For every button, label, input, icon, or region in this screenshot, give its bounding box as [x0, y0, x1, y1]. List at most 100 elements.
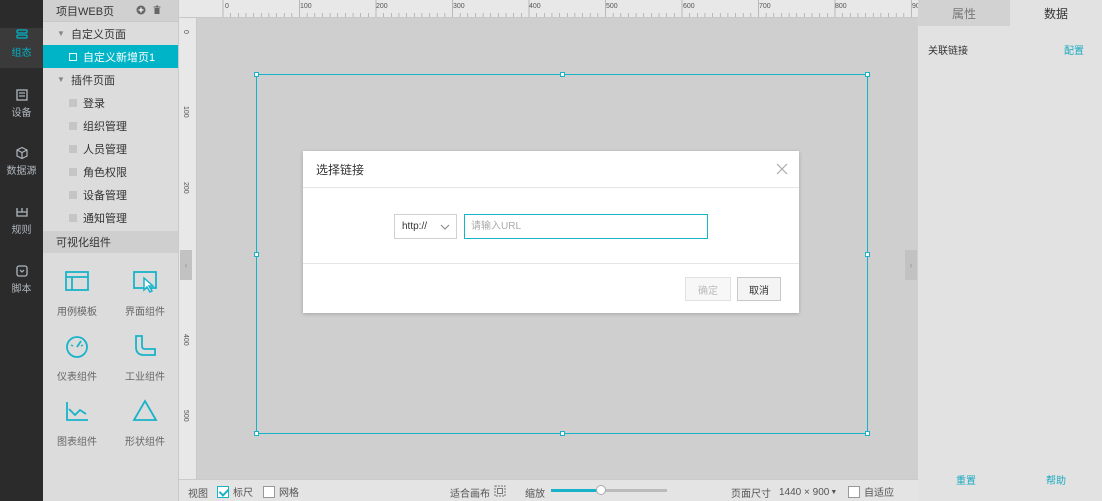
- widget-template[interactable]: 用例模板: [43, 267, 111, 318]
- dialog-body: http://: [303, 188, 799, 264]
- select-link-dialog: 选择链接 http:// 确定 取消: [303, 151, 799, 313]
- resize-handle[interactable]: [254, 252, 259, 257]
- rail-item-label: 脚本: [11, 284, 32, 295]
- widgets-section-label: 可视化组件: [56, 237, 111, 249]
- fit-screen-icon: [494, 485, 506, 500]
- ruler-left-label: 0: [182, 30, 189, 34]
- ruler-top-label: 400: [529, 3, 541, 10]
- ruler-top-label: 800: [835, 3, 847, 10]
- widget-label: 界面组件: [125, 307, 165, 318]
- panel-header: 项目WEB页: [43, 0, 178, 22]
- resize-handle[interactable]: [865, 72, 870, 77]
- tree-group-label: 插件页面: [71, 74, 115, 87]
- template-icon: [63, 267, 91, 295]
- page-size-group[interactable]: 页面尺寸 1440 × 900 ▼: [731, 485, 837, 500]
- pipe-icon: [131, 332, 159, 360]
- widget-chart[interactable]: 图表组件: [43, 397, 111, 448]
- resize-handle[interactable]: [865, 431, 870, 436]
- widgets-section-header: 可视化组件: [43, 231, 178, 253]
- layers-icon: [15, 28, 29, 42]
- tree-item-notification-management[interactable]: 通知管理: [43, 206, 178, 229]
- caret-down-icon: ▼: [830, 489, 838, 496]
- tree-group-custom-pages[interactable]: ▼ 自定义页面: [43, 22, 178, 45]
- rail-item-rules[interactable]: 规则: [0, 205, 43, 245]
- cube-icon: [15, 146, 29, 160]
- collapse-right-panel-button[interactable]: ›: [905, 250, 917, 280]
- rail-item-device[interactable]: 设备: [0, 88, 43, 128]
- rail-item-configuration[interactable]: 组态: [0, 28, 43, 68]
- grid-toggle[interactable]: 网格: [263, 484, 299, 499]
- page-icon: [69, 144, 77, 153]
- widget-label: 形状组件: [125, 437, 165, 448]
- zoom-label-group: 缩放: [525, 485, 545, 500]
- protocol-value: http://: [402, 221, 428, 232]
- tree-group-plugin-pages[interactable]: ▼ 插件页面: [43, 68, 178, 91]
- widget-shape[interactable]: 形状组件: [111, 397, 179, 448]
- page-icon: [69, 98, 77, 107]
- tree-item-label: 通知管理: [83, 212, 127, 225]
- widget-interface[interactable]: 界面组件: [111, 267, 179, 318]
- link-row: 关联链接 配置: [928, 42, 1084, 57]
- page-icon: [69, 190, 77, 199]
- fit-canvas-button[interactable]: 适合画布: [450, 485, 506, 500]
- tree-item-role-permissions[interactable]: 角色权限: [43, 160, 178, 183]
- page-icon: [69, 167, 77, 176]
- zoom-label: 缩放: [525, 489, 545, 500]
- tree-item-label: 角色权限: [83, 166, 127, 179]
- tree-item-device-management[interactable]: 设备管理: [43, 183, 178, 206]
- resize-handle[interactable]: [560, 431, 565, 436]
- rail-item-label: 规则: [11, 225, 32, 236]
- dialog-footer: 确定 取消: [303, 264, 799, 312]
- tree-item-login[interactable]: 登录: [43, 91, 178, 114]
- widget-gauge[interactable]: 仪表组件: [43, 332, 111, 383]
- page-size-value[interactable]: 1440 × 900: [779, 487, 829, 498]
- rail-item-datasource[interactable]: 数据源: [0, 146, 43, 186]
- url-input[interactable]: [464, 214, 708, 239]
- zoom-slider[interactable]: [551, 485, 667, 495]
- link-label: 关联链接: [928, 46, 968, 57]
- resize-handle[interactable]: [865, 252, 870, 257]
- rail-item-script[interactable]: 脚本: [0, 264, 43, 304]
- resize-handle[interactable]: [254, 72, 259, 77]
- tab-properties[interactable]: 属性: [918, 0, 1010, 26]
- chart-icon: [63, 397, 91, 425]
- rail-item-label: 设备: [11, 108, 32, 119]
- trash-icon[interactable]: [152, 5, 162, 18]
- auto-fit-checkbox[interactable]: [848, 485, 860, 498]
- collapse-left-panel-button[interactable]: ‹: [180, 250, 192, 280]
- tree-item-user-management[interactable]: 人员管理: [43, 137, 178, 160]
- tab-data[interactable]: 数据: [1010, 0, 1102, 26]
- config-link[interactable]: 配置: [1064, 42, 1084, 57]
- ruler-toggle[interactable]: 标尺: [217, 484, 253, 499]
- ruler-top-label: 600: [683, 3, 695, 10]
- left-rail: 组态 设备 数据源 规则 脚本: [0, 0, 43, 501]
- canvas-status-bar: 视图 标尺 网格 适合画布 缩放 页面尺寸 1440 × 900 ▼ 自适应: [179, 479, 918, 501]
- tree-group-label: 自定义页面: [71, 28, 126, 41]
- auto-fit-toggle[interactable]: 自适应: [848, 484, 894, 499]
- view-label-group: 视图: [188, 485, 208, 500]
- ruler-checkbox[interactable]: [217, 485, 229, 498]
- tree-item-org-management[interactable]: 组织管理: [43, 114, 178, 137]
- widget-industrial[interactable]: 工业组件: [111, 332, 179, 383]
- reset-link[interactable]: 重置: [956, 472, 976, 487]
- ruler-top-label: 700: [759, 3, 771, 10]
- resize-handle[interactable]: [254, 431, 259, 436]
- protocol-select[interactable]: http://: [394, 214, 457, 239]
- resize-handle[interactable]: [560, 72, 565, 77]
- ruler-left-label: 200: [182, 182, 189, 194]
- confirm-button[interactable]: 确定: [685, 277, 731, 301]
- view-label: 视图: [188, 489, 208, 500]
- add-icon[interactable]: [136, 5, 146, 18]
- grid-checkbox[interactable]: [263, 485, 275, 498]
- dialog-title: 选择链接: [316, 162, 365, 177]
- rail-item-label: 数据源: [6, 166, 37, 177]
- zoom-slider-knob[interactable]: [595, 485, 606, 495]
- page-icon: [69, 213, 77, 222]
- device-icon: [15, 88, 29, 102]
- help-link[interactable]: 帮助: [1046, 472, 1066, 487]
- close-icon[interactable]: [775, 162, 789, 176]
- tree-item-custom-page-1[interactable]: 自定义新增页1: [43, 45, 178, 68]
- cancel-button[interactable]: 取消: [737, 277, 781, 301]
- page-size-label: 页面尺寸: [731, 489, 771, 500]
- rule-icon: [15, 205, 29, 219]
